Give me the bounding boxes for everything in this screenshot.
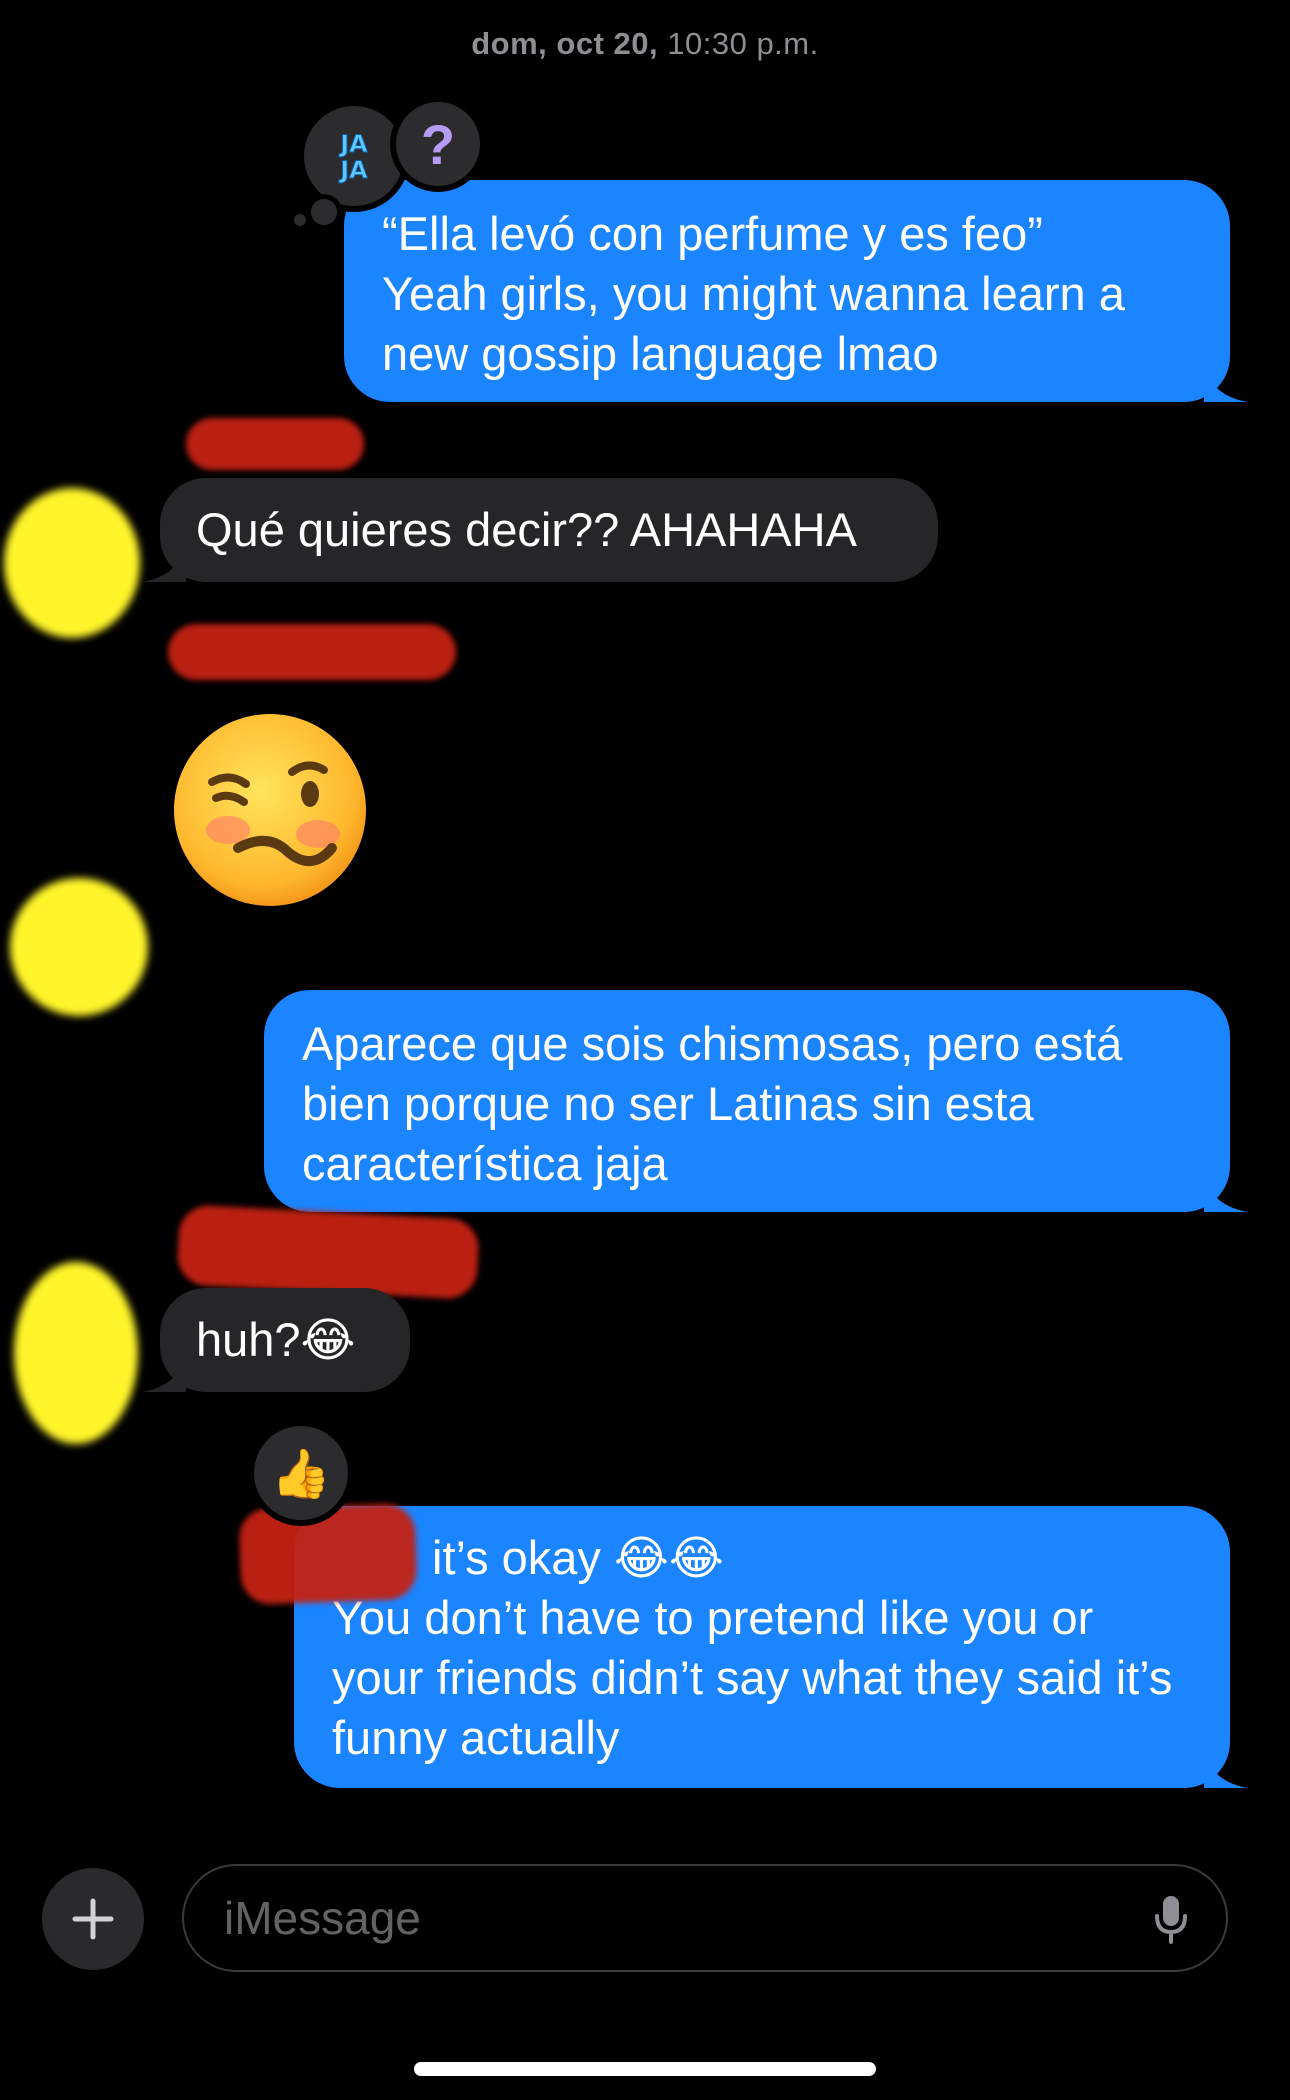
message-text-line1: it’s okay 😂😂: [432, 1531, 724, 1584]
thumbs-up-icon: 👍: [271, 1447, 331, 1501]
redacted-avatar: [14, 1262, 138, 1444]
message-bubble-outgoing[interactable]: Aparece que sois chismosas, pero está bi…: [264, 990, 1248, 1212]
message-input[interactable]: iMessage: [182, 1864, 1228, 1972]
message-bubble-incoming[interactable]: huh?😂: [142, 1288, 410, 1392]
message-bubble-outgoing[interactable]: “Ella levó con perfume y es feo” Yeah gi…: [344, 180, 1248, 402]
redacted-avatar: [10, 878, 148, 1016]
redacted-avatar: [4, 488, 140, 638]
question-mark-icon: ?: [420, 112, 456, 176]
reaction-bubble-dot-large: [306, 194, 342, 230]
bubble-tail: [142, 546, 186, 582]
reaction-bubble-dot-small: [294, 214, 306, 226]
message-text: “Ella levó con perfume y es feo” Yeah gi…: [382, 207, 1125, 380]
message-text: Aparece que sois chismosas, pero está bi…: [302, 1017, 1123, 1190]
microphone-icon[interactable]: [1154, 1894, 1188, 1944]
redacted-sender-name: [176, 1204, 480, 1300]
message-bubble-incoming[interactable]: Qué quieres decir?? AHAHAHA: [142, 478, 938, 582]
conversation-timestamp: dom, oct 20, 10:30 p.m.: [0, 26, 1290, 62]
bubble-tail: [1204, 366, 1248, 402]
bubble-tail: [142, 1356, 186, 1392]
jaja-icon: JA JA: [338, 130, 369, 185]
message-text: Qué quieres decir?? AHAHAHA: [196, 503, 857, 556]
home-indicator[interactable]: [414, 2062, 876, 2076]
message-input-placeholder: iMessage: [224, 1892, 421, 1944]
woozy-face-icon: [174, 714, 366, 906]
message-text: You don’t have to pretend like you or yo…: [332, 1591, 1173, 1764]
reaction-question-tapback[interactable]: ?: [390, 96, 486, 192]
apps-plus-button[interactable]: [42, 1868, 144, 1970]
timestamp-time: 10:30 p.m.: [667, 26, 819, 61]
emoji-message-woozy-face[interactable]: [172, 712, 368, 908]
redacted-sender-name: [186, 418, 364, 470]
message-text: huh?😂: [196, 1313, 356, 1366]
bubble-tail: [1204, 1752, 1248, 1788]
reaction-thumbs-up-tapback[interactable]: 👍: [248, 1420, 354, 1526]
svg-text:JA: JA: [338, 156, 368, 184]
redacted-sender-name: [168, 624, 456, 680]
plus-icon: [72, 1898, 114, 1940]
timestamp-date: dom, oct 20,: [471, 26, 659, 61]
svg-text:JA: JA: [338, 130, 368, 158]
message-bubble-outgoing[interactable]: it’s okay 😂😂 You don’t have to pretend l…: [294, 1506, 1248, 1788]
bubble-tail: [1204, 1176, 1248, 1212]
